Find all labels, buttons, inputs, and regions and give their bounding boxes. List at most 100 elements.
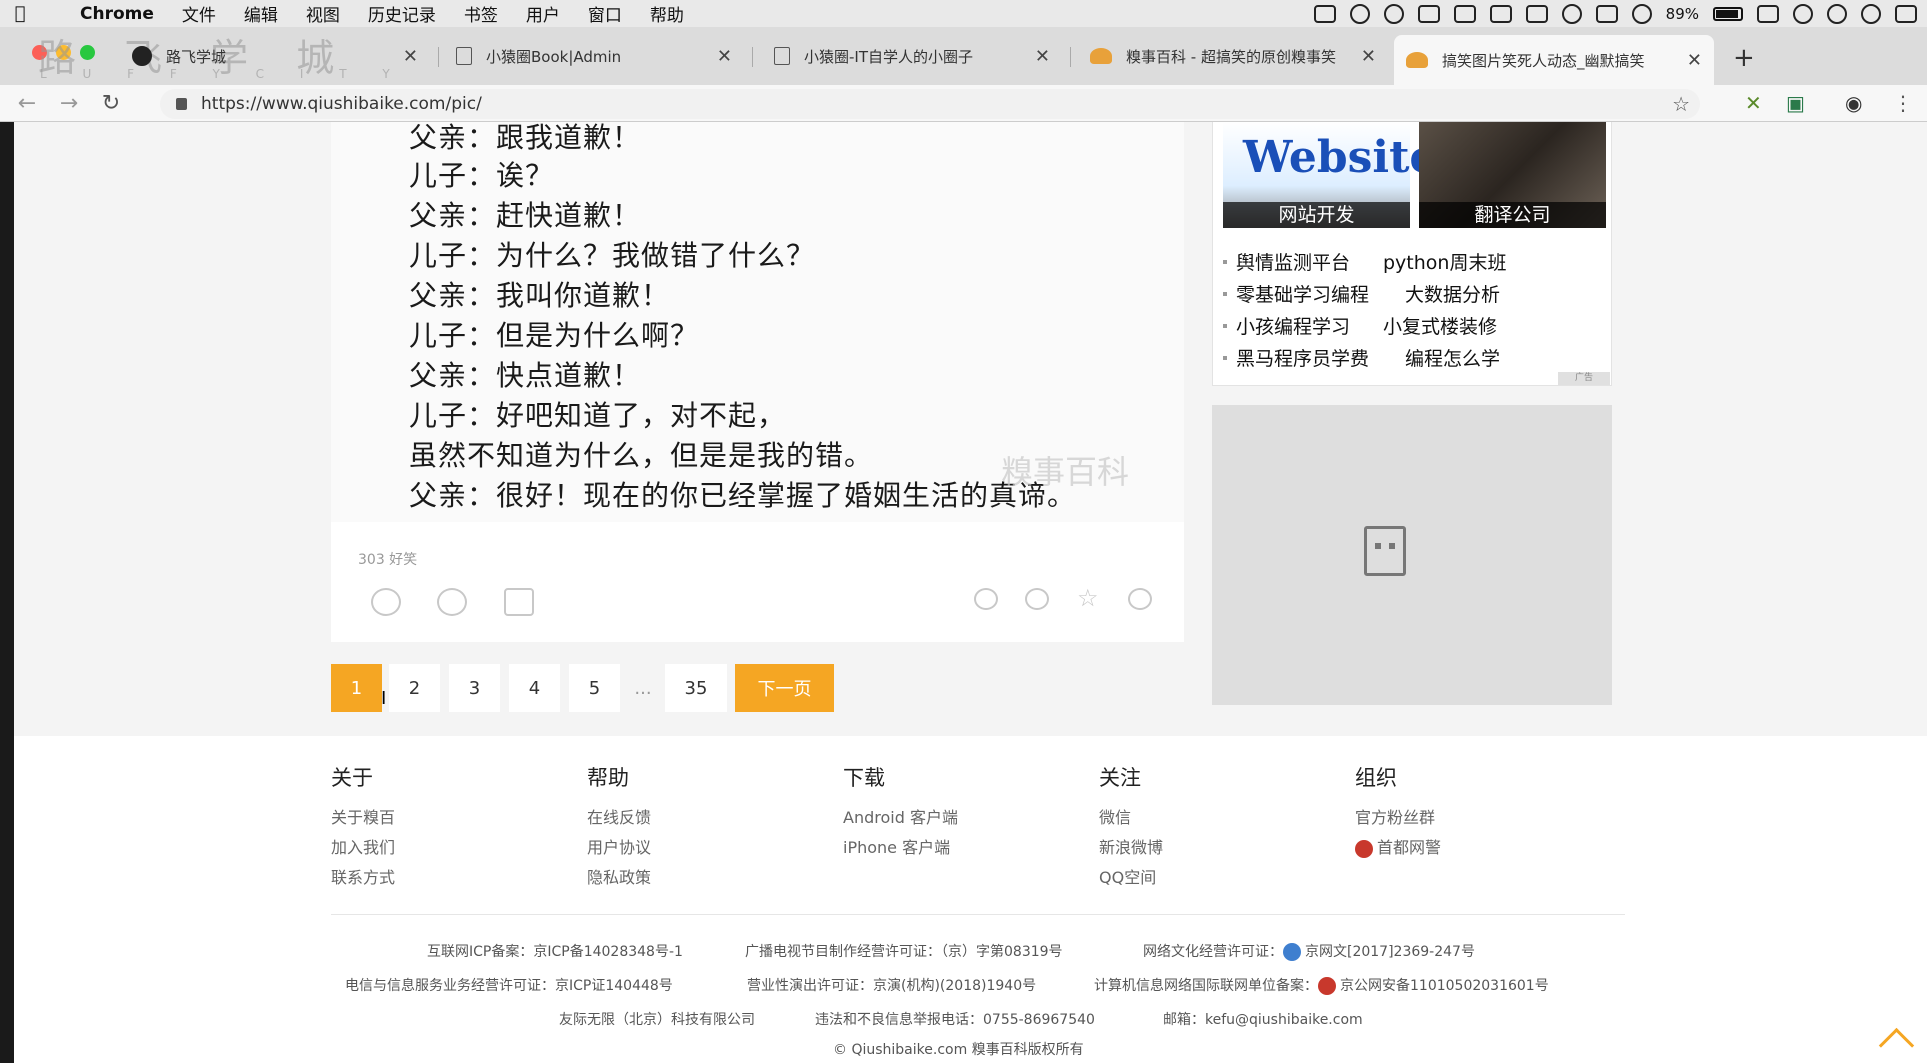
ad-caption[interactable]: 网站开发 — [1223, 202, 1410, 228]
siri-icon[interactable] — [1861, 3, 1881, 24]
ad-translation-image[interactable]: 翻译公司 — [1419, 122, 1606, 228]
page-35-button[interactable]: 35 — [665, 664, 727, 712]
footer-link[interactable]: 联系方式 — [331, 864, 395, 888]
menu-edit[interactable]: 编辑 — [244, 1, 278, 26]
menu-help[interactable]: 帮助 — [650, 1, 684, 26]
reload-icon[interactable]: ↻ — [96, 91, 126, 116]
joke-line: 父亲：很好！现在的你已经掌握了婚姻生活的真谛。 — [409, 479, 1077, 512]
footer-link[interactable]: 微信 — [1099, 804, 1131, 828]
frown-vote-icon[interactable] — [437, 588, 467, 616]
wechat-share-icon[interactable] — [974, 588, 998, 610]
funny-vote-count: 303 好笑 — [358, 552, 418, 568]
tab-close-icon[interactable]: ✕ — [403, 46, 418, 67]
extension-x-icon[interactable]: ✕ — [1745, 91, 1762, 115]
ad-link[interactable]: 零基础学习编程 — [1236, 280, 1369, 307]
joke-post-card: 父亲：跟我道歉！ 儿子：诶？ 父亲：赶快道歉！ 儿子：为什么？我做错了什么？ 父… — [331, 121, 1184, 642]
wifi-icon[interactable] — [1561, 3, 1582, 24]
url-text[interactable]: https://www.qiushibaike.com/pic/ — [201, 94, 482, 114]
address-bar[interactable]: https://www.qiushibaike.com/pic/ ☆ — [160, 89, 1700, 119]
menu-window[interactable]: 窗口 — [588, 1, 622, 26]
legal-culture: 网络文化经营许可证： 京网文[2017]2369-247号 — [1143, 943, 1475, 961]
tab-qiushibaike-home[interactable]: 糗事百科 - 超搞笑的原创糗事笑 ✕ — [1078, 35, 1388, 77]
search-icon[interactable] — [1827, 3, 1847, 24]
menu-file[interactable]: 文件 — [182, 1, 216, 26]
chrome-menu-icon[interactable]: ⋮ — [1893, 91, 1913, 115]
menu-people[interactable]: 用户 — [526, 1, 560, 26]
ad-link[interactable]: 小复式楼装修 — [1383, 312, 1497, 339]
ad-link[interactable]: 舆情监测平台 — [1236, 248, 1350, 275]
footer-link[interactable]: iPhone 客户端 — [843, 834, 950, 858]
extension-player-icon[interactable]: ▣ — [1786, 91, 1805, 115]
tab-luffycity[interactable]: 路飞学城 ✕ — [120, 35, 430, 77]
bookmark-star-icon[interactable]: ☆ — [1672, 92, 1690, 116]
footer-link[interactable]: 关于糗百 — [331, 804, 395, 828]
tab-close-icon[interactable]: ✕ — [717, 46, 732, 67]
menu-bookmarks[interactable]: 书签 — [464, 1, 498, 26]
ad-caption[interactable]: 翻译公司 — [1419, 202, 1606, 228]
teamviewer-icon[interactable] — [1417, 4, 1440, 23]
tab-xiaoyuanquan[interactable]: 小猿圈-IT自学人的小圈子 ✕ — [762, 35, 1062, 77]
app-icon[interactable] — [1453, 4, 1476, 23]
footer-link[interactable]: 用户协议 — [587, 834, 651, 858]
footer-link[interactable]: 加入我们 — [331, 834, 395, 858]
ad-link[interactable]: 小孩编程学习 — [1236, 312, 1350, 339]
apple-icon[interactable]:  — [0, 3, 40, 24]
page-1-button[interactable]: 1 — [331, 664, 382, 712]
tab-close-icon[interactable]: ✕ — [1035, 46, 1050, 67]
creative-cloud-icon[interactable] — [1383, 3, 1404, 24]
back-arrow-icon[interactable]: ← — [12, 91, 42, 116]
smile-vote-icon[interactable] — [371, 588, 401, 616]
menu-history[interactable]: 历史记录 — [368, 1, 436, 26]
notification-center-icon[interactable] — [1895, 4, 1917, 23]
airplay-icon[interactable] — [1595, 4, 1618, 23]
page-3-button[interactable]: 3 — [449, 664, 500, 712]
page-5-button[interactable]: 5 — [569, 664, 620, 712]
tab-book-admin[interactable]: 小猿圈Book|Admin ✕ — [444, 35, 744, 77]
camera-icon[interactable] — [1313, 4, 1336, 23]
airplane-icon[interactable] — [1349, 3, 1370, 24]
footer-link[interactable]: QQ空间 — [1099, 864, 1156, 888]
profile-avatar-icon[interactable]: ◉ — [1845, 91, 1862, 115]
tab-close-icon[interactable]: ✕ — [1687, 50, 1702, 71]
clock-icon[interactable] — [1793, 3, 1813, 24]
weibo-share-icon[interactable] — [1128, 588, 1152, 610]
police-badge-icon — [1355, 839, 1373, 858]
legal-email[interactable]: 邮箱：kefu@qiushibaike.com — [1163, 1009, 1363, 1029]
ad-link[interactable]: python周末班 — [1383, 248, 1506, 275]
sync-icon[interactable] — [1757, 4, 1779, 23]
ad-link[interactable]: 大数据分析 — [1405, 280, 1500, 307]
joke-line: 儿子：但是为什么啊？ — [409, 319, 700, 352]
legal-show: 营业性演出许可证：京演(机构)(2018)1940号 — [747, 978, 1037, 994]
joke-image[interactable]: 父亲：跟我道歉！ 儿子：诶？ 父亲：赶快道歉！ 儿子：为什么？我做错了什么？ 父… — [331, 121, 1184, 522]
back-to-top-icon[interactable] — [1880, 1025, 1912, 1049]
tab-qiushibaike-pic-active[interactable]: 搞笑图片笑死人动态_幽默搞笑 ✕ — [1394, 35, 1714, 85]
next-page-button[interactable]: 下一页 — [735, 664, 834, 712]
forward-arrow-icon[interactable]: → — [54, 91, 84, 116]
mic-icon[interactable] — [1489, 4, 1512, 23]
comment-icon[interactable] — [504, 588, 534, 616]
footer-link[interactable]: 新浪微博 — [1099, 834, 1163, 858]
grid-icon[interactable] — [1525, 4, 1548, 23]
bullet-icon — [1223, 324, 1227, 328]
footer-link[interactable]: 在线反馈 — [587, 804, 651, 828]
ad-link[interactable]: 黑马程序员学费 — [1236, 344, 1369, 371]
tab-close-icon[interactable]: ✕ — [1361, 46, 1376, 67]
new-tab-button[interactable]: + — [1733, 43, 1755, 73]
footer-link[interactable]: 隐私政策 — [587, 864, 651, 888]
page-4-button[interactable]: 4 — [509, 664, 560, 712]
volume-icon[interactable] — [1631, 3, 1652, 24]
footer-link[interactable]: Android 客户端 — [843, 804, 958, 828]
page-2-button[interactable]: 2 — [389, 664, 440, 712]
battery-icon[interactable] — [1713, 6, 1743, 21]
qzone-share-icon[interactable] — [1025, 588, 1049, 610]
favorite-star-icon[interactable]: ☆ — [1077, 584, 1101, 612]
menu-view[interactable]: 视图 — [306, 1, 340, 26]
menu-chrome[interactable]: Chrome — [80, 4, 154, 24]
footer-link[interactable]: 官方粉丝群 — [1355, 804, 1435, 828]
ad-tag[interactable]: 广告 — [1558, 372, 1610, 385]
lock-icon[interactable] — [176, 98, 187, 110]
ad-link[interactable]: 编程怎么学 — [1405, 344, 1500, 371]
footer-link-police[interactable]: 首都网警 — [1355, 834, 1441, 858]
ad-placeholder[interactable] — [1212, 405, 1612, 705]
ad-website-image[interactable]: Website 网站开发 — [1223, 122, 1437, 228]
